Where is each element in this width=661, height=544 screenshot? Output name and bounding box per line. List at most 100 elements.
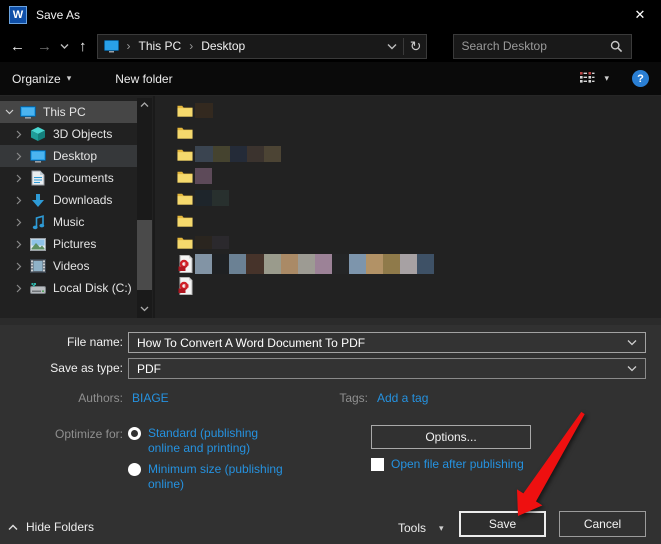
navigation-bar: ← → ↑ › This PC › Desktop ↻ Search Deskt… [0, 30, 661, 62]
chevron-down-icon[interactable] [3, 109, 15, 115]
save-button[interactable]: Save [459, 511, 546, 537]
chevron-right-icon[interactable] [13, 196, 25, 205]
radio-standard[interactable]: Standard (publishing online and printing… [128, 426, 283, 456]
file-item[interactable] [177, 143, 661, 165]
chevron-right-icon[interactable] [13, 262, 25, 271]
file-item[interactable] [177, 209, 661, 231]
chevron-right-icon[interactable] [13, 130, 25, 139]
file-item[interactable] [177, 275, 661, 297]
save-as-type-value: PDF [137, 362, 161, 376]
redaction-block [264, 146, 281, 162]
redaction-block [281, 254, 298, 274]
file-item[interactable] [177, 231, 661, 253]
refresh-icon[interactable]: ↻ [410, 38, 422, 55]
redaction-block [298, 254, 315, 274]
horizontal-scrollbar[interactable] [0, 318, 661, 325]
scroll-up-icon[interactable] [137, 98, 152, 112]
sidebar-item-pictures[interactable]: Pictures [0, 233, 137, 255]
redacted-file-name [195, 254, 434, 274]
radio-unselected-icon[interactable] [128, 463, 141, 476]
open-after-checkbox[interactable] [371, 458, 384, 471]
save-options-panel: File name: How To Convert A Word Documen… [0, 325, 661, 544]
open-after-label: Open file after publishing [391, 457, 524, 471]
address-bar[interactable]: › This PC › Desktop ↻ [97, 34, 427, 59]
sidebar-item-3d-objects[interactable]: 3D Objects [0, 123, 137, 145]
folder-icon [177, 167, 193, 185]
file-item[interactable] [177, 187, 661, 209]
sidebar-item-videos[interactable]: Videos [0, 255, 137, 277]
radio-minimum-label: Minimum size (publishing online) [148, 462, 283, 492]
sidebar-item-desktop[interactable]: Desktop [0, 145, 137, 167]
save-as-dialog: W Save As ✕ ← → ↑ › This PC › Desktop ↻ [0, 0, 661, 544]
radio-minimum[interactable]: Minimum size (publishing online) [128, 462, 283, 492]
sidebar-item-label: Desktop [53, 149, 97, 163]
file-item[interactable] [177, 121, 661, 143]
hide-folders-button[interactable]: Hide Folders [8, 520, 94, 534]
forward-icon[interactable]: → [37, 39, 52, 54]
sidebar-scrollbar[interactable] [137, 98, 152, 318]
up-icon[interactable]: ↑ [79, 39, 87, 54]
scrollbar-thumb[interactable] [137, 220, 152, 290]
cancel-button[interactable]: Cancel [559, 511, 646, 537]
redaction-block [400, 254, 417, 274]
redaction-block [195, 103, 213, 118]
sidebar-item-documents[interactable]: Documents [0, 167, 137, 189]
redaction-block [212, 254, 229, 274]
redacted-file-name [195, 236, 229, 249]
file-item[interactable] [177, 99, 661, 121]
open-after-publishing-row[interactable]: Open file after publishing [371, 457, 524, 471]
chevron-right-icon[interactable] [13, 240, 25, 249]
close-icon[interactable]: ✕ [619, 0, 661, 30]
back-icon[interactable]: ← [10, 39, 25, 54]
sidebar-item-downloads[interactable]: Downloads [0, 189, 137, 211]
recent-locations-chevron-icon[interactable] [60, 43, 69, 50]
help-icon[interactable]: ? [632, 70, 649, 87]
organize-label: Organize [12, 72, 61, 86]
sidebar-item-local-disk-c[interactable]: Local Disk (C:) [0, 277, 137, 299]
folder-icon [177, 233, 193, 251]
redaction-block [315, 254, 332, 274]
chevron-right-icon[interactable] [13, 284, 25, 293]
tools-button[interactable]: Tools ▾ [398, 521, 444, 535]
sidebar-item-label: Pictures [53, 237, 96, 251]
file-list [155, 96, 661, 318]
file-item[interactable] [177, 253, 661, 275]
view-mode-icon[interactable] [579, 71, 595, 86]
breadcrumb-this-pc[interactable]: This PC [139, 39, 182, 53]
save-as-type-dropdown-chevron-icon[interactable] [627, 365, 637, 372]
chevron-right-icon[interactable] [13, 152, 25, 161]
sidebar-item-label: This PC [43, 105, 86, 119]
organize-dropdown-icon: ▾ [67, 73, 72, 84]
options-button[interactable]: Options... [371, 425, 531, 449]
document-icon [30, 170, 46, 186]
file-item[interactable] [177, 165, 661, 187]
tags-value[interactable]: Add a tag [377, 391, 428, 405]
folder-tree-sidebar: This PC 3D Objects Desktop DocumentsDownloa… [0, 96, 153, 318]
redaction-block [230, 146, 247, 162]
file-name-dropdown-chevron-icon[interactable] [627, 339, 637, 346]
file-name-input[interactable]: How To Convert A Word Document To PDF [128, 332, 646, 353]
disk-icon [30, 280, 46, 296]
chevron-right-icon[interactable] [13, 174, 25, 183]
sidebar-item-music[interactable]: Music [0, 211, 137, 233]
dialog-title: Save As [36, 8, 80, 22]
authors-value[interactable]: BIAGE [132, 391, 169, 405]
new-folder-button[interactable]: New folder [115, 72, 172, 86]
command-toolbar: Organize ▾ New folder ▾ ? [0, 62, 661, 96]
breadcrumb-desktop[interactable]: Desktop [201, 39, 245, 53]
save-as-type-select[interactable]: PDF [128, 358, 646, 379]
organize-button[interactable]: Organize ▾ [12, 72, 71, 86]
redaction-block [195, 254, 212, 274]
chevron-right-icon[interactable] [13, 218, 25, 227]
redacted-file-name [195, 190, 229, 206]
scroll-down-icon[interactable] [137, 302, 152, 316]
folder-icon [177, 145, 193, 163]
view-dropdown-icon[interactable]: ▾ [604, 73, 609, 84]
sidebar-item-this-pc[interactable]: This PC [0, 101, 137, 123]
optimize-for-label: Optimize for: [0, 427, 123, 441]
redaction-block [332, 254, 349, 274]
address-dropdown-chevron-icon[interactable] [387, 43, 397, 50]
radio-selected-icon[interactable] [128, 427, 141, 440]
search-icon[interactable] [610, 40, 623, 53]
search-input[interactable]: Search Desktop [453, 34, 632, 59]
